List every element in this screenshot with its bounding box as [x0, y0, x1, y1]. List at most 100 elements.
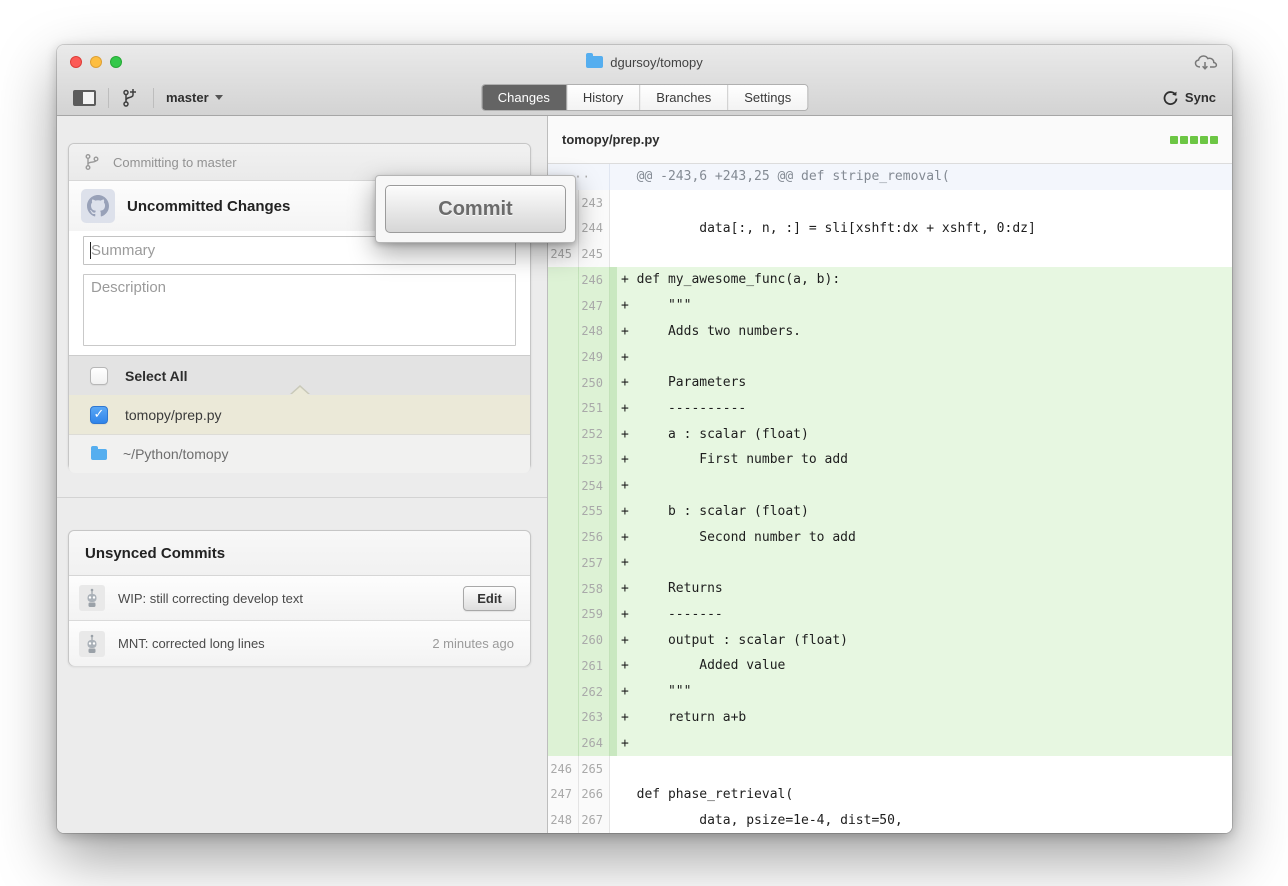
diff-marker-strip [610, 267, 617, 293]
tab-branches[interactable]: Branches [640, 85, 728, 110]
repository-row[interactable]: ~/Python/tomopy [69, 434, 530, 473]
diff-added-row[interactable]: 249+ [548, 344, 1232, 370]
description-field-wrap [83, 274, 516, 346]
diff-new-line-number: 266 [579, 782, 610, 808]
diff-new-line-number: 261 [579, 653, 610, 679]
diff-code-text: + output : scalar (float) [617, 633, 1232, 648]
diff-marker-strip [610, 550, 617, 576]
diff-marker-strip [610, 730, 617, 756]
diff-new-line-number: 260 [579, 627, 610, 653]
diff-added-row[interactable]: 263+ return a+b [548, 704, 1232, 730]
diff-code-text: + b : scalar (float) [617, 504, 1232, 519]
diff-added-row[interactable]: 264+ [548, 730, 1232, 756]
diff-code-text [617, 195, 1232, 210]
sync-button[interactable]: Sync [1162, 79, 1216, 116]
diff-code-text: + Added value [617, 658, 1232, 673]
diff-context-row[interactable]: 243243 [548, 190, 1232, 216]
diff-added-row[interactable]: 261 + Added value [548, 653, 1232, 679]
titlebar: dgursoy/tomopy [57, 45, 1232, 79]
diff-added-row[interactable]: 252+ a : scalar (float) [548, 421, 1232, 447]
diff-added-row[interactable]: 256+ Second number to add [548, 524, 1232, 550]
edit-button[interactable]: Edit [463, 586, 516, 611]
diff-marker-strip [610, 421, 617, 447]
octocat-icon [81, 189, 115, 223]
diff-old-line-number [548, 499, 579, 525]
diff-new-line-number: 265 [579, 756, 610, 782]
diff-added-row[interactable]: 254+ [548, 473, 1232, 499]
diff-added-row[interactable]: 248+ Adds two numbers. [548, 318, 1232, 344]
diff-code-text: + ---------- [617, 401, 1232, 416]
diff-context-row[interactable]: 247266 def phase_retrieval( [548, 782, 1232, 808]
diff-context-row[interactable]: 246265 [548, 756, 1232, 782]
diff-header: tomopy/prep.py [548, 116, 1232, 164]
diff-new-line-number: 258 [579, 576, 610, 602]
diff-new-line-number: 257 [579, 550, 610, 576]
commit-row[interactable]: MNT: corrected long lines 2 minutes ago [69, 621, 530, 666]
commit-message: WIP: still correcting develop text [118, 591, 303, 606]
diff-added-row[interactable]: 260 + output : scalar (float) [548, 627, 1232, 653]
diff-code-text: @@ -243,6 +243,25 @@ def stripe_removal( [617, 169, 1232, 184]
diff-marker-strip [610, 473, 617, 499]
diff-new-line-number: 262 [579, 679, 610, 705]
diff-marker-strip [610, 756, 617, 782]
diff-context-row[interactable]: 245245 [548, 241, 1232, 267]
commit-row[interactable]: WIP: still correcting develop text Edit [69, 576, 530, 621]
diff-added-row[interactable]: 262 + """ [548, 679, 1232, 705]
diff-context-row[interactable]: 248267 data, psize=1e-4, dist=50, [548, 807, 1232, 833]
folder-icon [91, 449, 107, 460]
changed-file-row[interactable]: tomopy/prep.py [69, 395, 530, 434]
diff-old-line-number [548, 704, 579, 730]
tab-settings[interactable]: Settings [728, 85, 807, 110]
tab-history[interactable]: History [567, 85, 640, 110]
diff-added-row[interactable]: 250+ Parameters [548, 370, 1232, 396]
create-branch-icon[interactable] [121, 87, 141, 109]
diff-marker-strip [610, 164, 617, 190]
diff-new-line-number: 254 [579, 473, 610, 499]
diff-marker-strip [610, 782, 617, 808]
diff-added-row[interactable]: 246+ def my_awesome_func(a, b): [548, 267, 1232, 293]
diff-context-row[interactable]: 244244 data[:, n, :] = sli[xshft:dx + xs… [548, 215, 1232, 241]
file-checkbox[interactable] [90, 406, 108, 424]
diff-added-row[interactable]: 253+ First number to add [548, 447, 1232, 473]
diff-old-line-number [548, 447, 579, 473]
diff-added-row[interactable]: 251 + ---------- [548, 396, 1232, 422]
diff-old-line-number [548, 679, 579, 705]
diff-code-text [617, 761, 1232, 776]
tab-changes[interactable]: Changes [482, 85, 567, 110]
diff-new-line-number: 251 [579, 396, 610, 422]
select-all-checkbox[interactable] [90, 367, 108, 385]
description-input[interactable] [83, 274, 516, 346]
diff-old-line-number: 248 [548, 807, 579, 833]
diff-added-row[interactable]: 259+ ------- [548, 601, 1232, 627]
diff-new-line-number: 247 [579, 293, 610, 319]
diff-added-row[interactable]: 255+ b : scalar (float) [548, 499, 1232, 525]
diff-old-line-number [548, 601, 579, 627]
diff-stat-block [1200, 136, 1208, 144]
diff-hunk-row[interactable]: ··· @@ -243,6 +243,25 @@ def stripe_remo… [548, 164, 1232, 190]
desktop-background: dgursoy/tomopy [0, 0, 1288, 886]
diff-new-line-number: 245 [579, 241, 610, 267]
branch-selector[interactable]: master [166, 90, 223, 105]
diff-code-text: + """ [617, 298, 1232, 313]
diff-code-text: + First number to add [617, 452, 1232, 467]
diff-body: ··· @@ -243,6 +243,25 @@ def stripe_remo… [548, 164, 1232, 833]
diff-added-row[interactable]: 258+ Returns [548, 576, 1232, 602]
sidebar-toggle-icon[interactable] [73, 90, 96, 106]
diff-old-line-number: 247 [548, 782, 579, 808]
diff-marker-strip [610, 344, 617, 370]
diff-new-line-number: 267 [579, 807, 610, 833]
diff-marker-strip [610, 447, 617, 473]
diff-marker-strip [610, 653, 617, 679]
diff-code-text: + """ [617, 684, 1232, 699]
diff-added-row[interactable]: 257+ [548, 550, 1232, 576]
cloud-download-icon[interactable] [1194, 53, 1218, 71]
diff-old-line-number: 245 [548, 241, 579, 267]
commit-button[interactable]: Commit [385, 185, 566, 233]
diff-old-line-number [548, 293, 579, 319]
diff-marker-strip [610, 318, 617, 344]
window-title-area: dgursoy/tomopy [57, 45, 1232, 79]
diff-code-text: + Second number to add [617, 530, 1232, 545]
diff-new-line-number: 243 [579, 190, 610, 216]
diff-added-row[interactable]: 247 + """ [548, 293, 1232, 319]
select-all-label: Select All [125, 368, 188, 384]
